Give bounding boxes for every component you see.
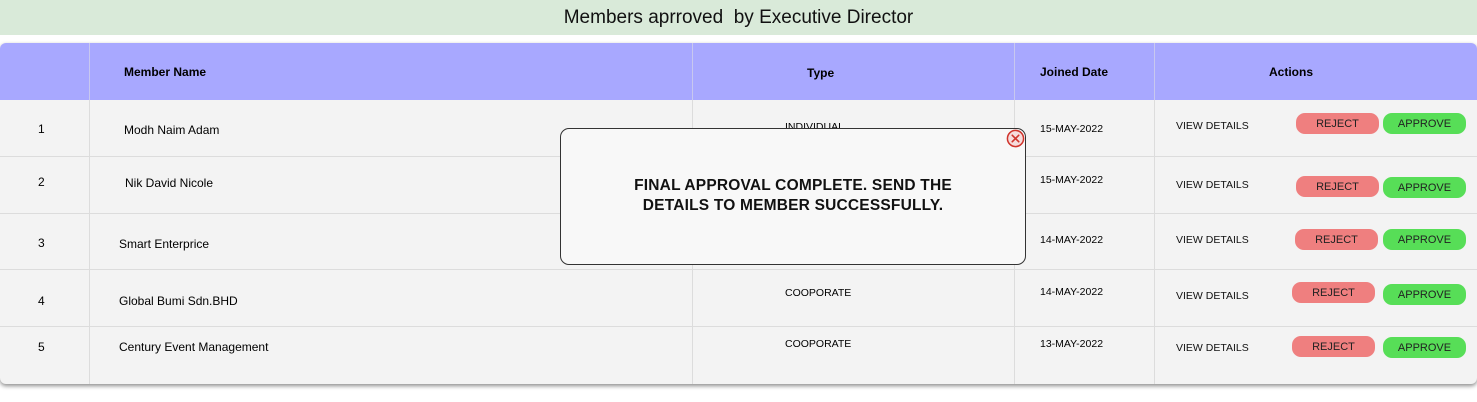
member-type: COOPORATE [785,287,852,299]
row-index: 4 [38,294,45,308]
row-index: 3 [38,236,45,250]
approve-button[interactable]: APPROVE [1383,337,1466,358]
member-name: Modh Naim Adam [124,123,220,137]
approve-button[interactable]: APPROVE [1383,284,1466,305]
joined-date: 15-MAY-2022 [1040,174,1104,186]
member-name: Nik David Nicole [125,176,214,190]
reject-button[interactable]: REJECT [1292,282,1375,303]
approve-button[interactable]: APPROVE [1383,177,1466,198]
reject-button[interactable]: REJECT [1295,229,1378,250]
joined-date: 13-MAY-2022 [1040,338,1104,350]
row-index: 5 [38,340,45,354]
close-icon[interactable] [1006,129,1025,148]
page-title: Members aprroved by Executive Director [0,0,1477,35]
header-divider [1154,43,1155,100]
header-divider [89,43,90,100]
header-member-name: Member Name [124,65,207,79]
header-divider [1014,43,1015,100]
row-index: 2 [38,175,45,189]
member-name: Smart Enterprice [119,237,210,251]
row-divider [0,269,1477,270]
reject-button[interactable]: REJECT [1296,176,1379,197]
dialog-message: FINAL APPROVAL COMPLETE. SEND THE DETAIL… [634,176,952,214]
header-actions: Actions [1269,65,1314,79]
reject-button[interactable]: REJECT [1292,336,1375,357]
row-divider [0,326,1477,327]
header-joined-date: Joined Date [1040,65,1109,79]
member-name: Century Event Management [119,340,269,354]
column-divider [1154,100,1155,384]
approve-button[interactable]: APPROVE [1383,229,1466,250]
view-details-link[interactable]: VIEW DETAILS [1176,342,1249,354]
member-name: Global Bumi Sdn.BHD [119,294,238,308]
column-divider [89,100,90,384]
table-header-row: Member Name Type Joined Date Actions [0,43,1477,100]
joined-date: 14-MAY-2022 [1040,286,1104,298]
approve-button[interactable]: APPROVE [1383,113,1466,134]
header-divider [692,43,693,100]
header-type: Type [807,66,835,80]
view-details-link[interactable]: VIEW DETAILS [1176,290,1249,302]
view-details-link[interactable]: VIEW DETAILS [1176,120,1249,132]
joined-date: 15-MAY-2022 [1040,123,1104,135]
view-details-link[interactable]: VIEW DETAILS [1176,179,1249,191]
reject-button[interactable]: REJECT [1296,113,1379,134]
member-type: COOPORATE [785,338,852,350]
view-details-link[interactable]: VIEW DETAILS [1176,234,1249,246]
row-index: 1 [38,122,45,136]
success-dialog: FINAL APPROVAL COMPLETE. SEND THE DETAIL… [560,128,1026,265]
joined-date: 14-MAY-2022 [1040,234,1104,246]
